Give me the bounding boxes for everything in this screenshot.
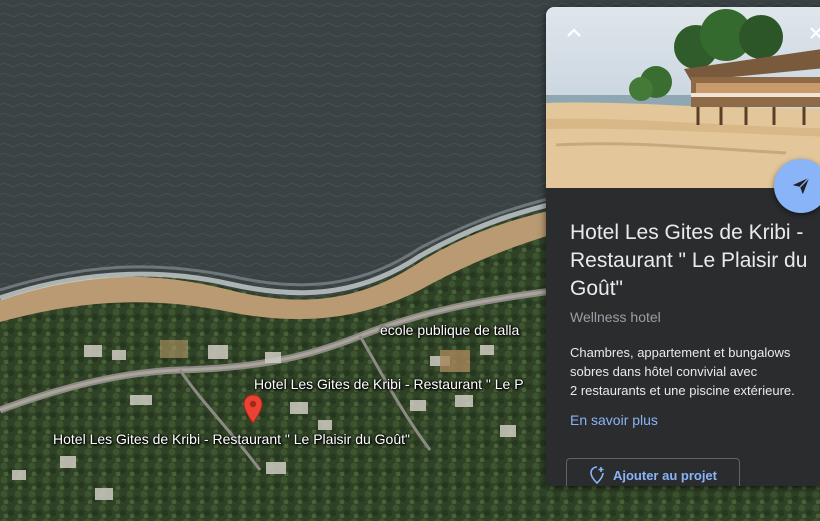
add-location-icon — [590, 466, 604, 484]
learn-more-link[interactable]: En savoir plus — [570, 412, 658, 428]
map-label-hotel-short[interactable]: Hotel Les Gites de Kribi - Restaurant " … — [254, 376, 524, 392]
send-icon — [792, 177, 810, 195]
share-button[interactable] — [774, 159, 820, 213]
add-to-project-label: Ajouter au projet — [612, 467, 717, 483]
place-title: Hotel Les Gites de Kribi - Restaurant " … — [570, 221, 808, 300]
description-line: Chambres, appartement et bungalows — [570, 345, 791, 360]
place-category: Wellness hotel — [570, 309, 661, 325]
map-pin-icon[interactable] — [243, 394, 263, 424]
description-line: sobres dans hôtel convivial avec — [570, 364, 758, 379]
collapse-button[interactable] — [560, 19, 588, 47]
description-line: 2 restaurants et une piscine extérieure. — [570, 383, 795, 398]
place-description: Chambres, appartement et bungalows sobre… — [570, 343, 820, 400]
add-to-project-button[interactable]: Ajouter au projet — [566, 458, 740, 486]
map-label-school[interactable]: ecole publique de talla — [380, 322, 519, 338]
close-button[interactable] — [802, 19, 820, 47]
chevron-up-icon — [567, 28, 581, 37]
map-label-hotel-full[interactable]: Hotel Les Gites de Kribi - Restaurant " … — [53, 431, 410, 447]
place-panel: Hotel Les Gites de Kribi - Restaurant " … — [546, 7, 820, 486]
close-icon — [810, 27, 820, 39]
